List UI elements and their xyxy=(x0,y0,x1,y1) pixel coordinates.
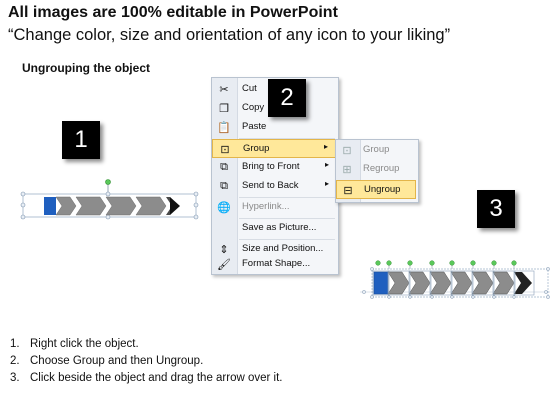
submenu-item-label: Ungroup xyxy=(364,184,401,195)
blue-start-block xyxy=(44,197,56,215)
menu-item-hyperlink[interactable]: 🌐 Hyperlink... xyxy=(212,198,336,217)
hyperlink-icon: 🌐 xyxy=(217,202,231,214)
chevron-segment xyxy=(429,271,452,295)
bring-front-icon: ⧉ xyxy=(220,161,228,173)
group-icon: ⊡ xyxy=(342,145,352,157)
menu-item-label: Size and Position... xyxy=(242,243,324,254)
scissors-icon: ✂ xyxy=(219,84,229,96)
black-arrow-head xyxy=(514,272,532,294)
blue-start-block xyxy=(373,271,389,295)
step-badge-3: 3 xyxy=(477,190,515,228)
group-icon: ⊡ xyxy=(220,144,230,156)
chevron-segment xyxy=(387,271,410,295)
submenu-item-group[interactable]: ⊡ Group xyxy=(336,141,416,160)
chevron-segment xyxy=(450,271,473,295)
slide-subtitle: “Change color, size and orientation of a… xyxy=(8,26,451,44)
copy-icon: ❐ xyxy=(219,103,229,115)
submenu-item-regroup[interactable]: ⊞ Regroup xyxy=(336,160,416,179)
instruction-list: 1. Right click the object. 2. Choose Group… xyxy=(10,336,283,387)
instruction-item: 3. Click beside the object and drag the a… xyxy=(10,372,283,384)
submenu-arrow-icon: ▸ xyxy=(324,179,329,188)
submenu-arrow-icon: ▸ xyxy=(324,160,329,169)
format-shape-icon: 🖌 xyxy=(217,259,231,271)
rotate-handle[interactable] xyxy=(105,179,111,185)
group-submenu: ⊡ Group ⊞ Regroup ⊟ Ungroup xyxy=(335,139,419,203)
ungroup-icon: ⊟ xyxy=(343,185,353,197)
menu-item-label: Copy xyxy=(242,102,265,113)
send-back-icon: ⧉ xyxy=(220,180,228,192)
paste-icon: 📋 xyxy=(217,122,231,134)
menu-item-format-shape[interactable]: 🖌 Format Shape... xyxy=(212,255,336,274)
chevron-segment xyxy=(408,271,431,295)
menu-item-label: Paste xyxy=(242,121,267,132)
menu-item-send-to-back[interactable]: ⧉ Send to Back ▸ xyxy=(212,177,336,196)
submenu-item-label: Regroup xyxy=(363,163,400,174)
submenu-item-ungroup[interactable]: ⊟ Ungroup xyxy=(336,180,416,199)
menu-item-label: Hyperlink... xyxy=(242,201,290,212)
menu-item-paste[interactable]: 📋 Paste xyxy=(212,118,336,137)
menu-item-bring-to-front[interactable]: ⧉ Bring to Front ▸ xyxy=(212,158,336,177)
chevron-segment xyxy=(75,196,107,216)
menu-item-save-as-picture[interactable]: Save as Picture... xyxy=(212,219,336,238)
ungrouped-arrow-object[interactable] xyxy=(360,258,552,306)
step-badge-2: 2 xyxy=(268,79,306,117)
slide-title: All images are 100% editable in PowerPoi… xyxy=(8,4,338,21)
chevron-segment xyxy=(492,271,515,295)
instruction-item: 1. Right click the object. xyxy=(10,338,139,350)
menu-item-label: Cut xyxy=(242,83,257,94)
section-heading: Ungrouping the object xyxy=(22,61,150,75)
step-badge-1: 1 xyxy=(62,121,100,159)
submenu-item-label: Group xyxy=(363,144,390,155)
menu-item-label: Group xyxy=(243,143,270,154)
menu-item-label: Format Shape... xyxy=(242,258,311,269)
submenu-arrow-icon: ▸ xyxy=(323,142,328,151)
grouped-arrow-object[interactable] xyxy=(18,178,200,228)
chevron-segment xyxy=(55,196,77,216)
menu-item-label: Save as Picture... xyxy=(242,222,317,233)
menu-item-group[interactable]: ⊡ Group ▸ xyxy=(212,139,336,158)
instruction-item: 2. Choose Group and then Ungroup. xyxy=(10,355,204,367)
menu-item-label: Send to Back xyxy=(242,180,299,191)
chevron-segment xyxy=(105,196,137,216)
chevron-segment xyxy=(471,271,494,295)
menu-item-label: Bring to Front xyxy=(242,161,300,172)
chevron-segment xyxy=(135,196,167,216)
regroup-icon: ⊞ xyxy=(342,164,352,176)
